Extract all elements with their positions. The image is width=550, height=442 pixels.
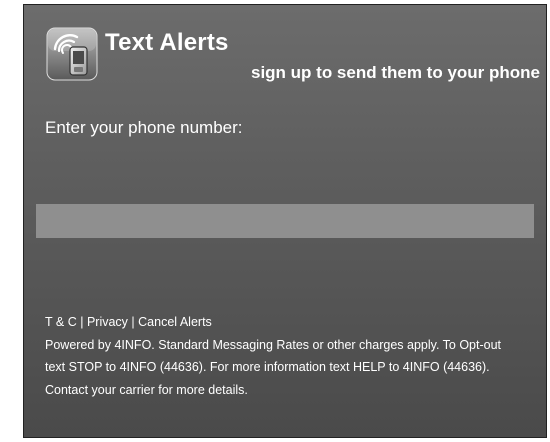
disclaimer-line-2: text STOP to 4INFO (44636). For more inf…: [45, 360, 490, 374]
disclaimer-line-3: Contact your carrier for more details.: [45, 382, 248, 397]
footer: T & C | Privacy | Cancel Alerts Powered …: [45, 311, 535, 401]
privacy-link[interactable]: Privacy: [87, 315, 128, 329]
terms-link[interactable]: T & C: [45, 315, 77, 329]
cancel-alerts-link[interactable]: Cancel Alerts: [138, 315, 212, 329]
disclaimer-line-1: Powered by 4INFO. Standard Messaging Rat…: [45, 337, 502, 352]
text-alerts-widget: Text Alerts sign up to send them to your…: [23, 4, 547, 438]
phone-number-label: Enter your phone number:: [45, 118, 243, 137]
widget-subtitle: sign up to send them to your phone: [251, 63, 540, 82]
link-separator: |: [131, 315, 135, 329]
widget-title: Text Alerts: [105, 29, 229, 56]
phone-signal-icon: [46, 27, 98, 81]
phone-number-input[interactable]: [36, 204, 534, 238]
link-separator: |: [80, 315, 84, 329]
footer-links: T & C | Privacy | Cancel Alerts: [45, 311, 535, 334]
